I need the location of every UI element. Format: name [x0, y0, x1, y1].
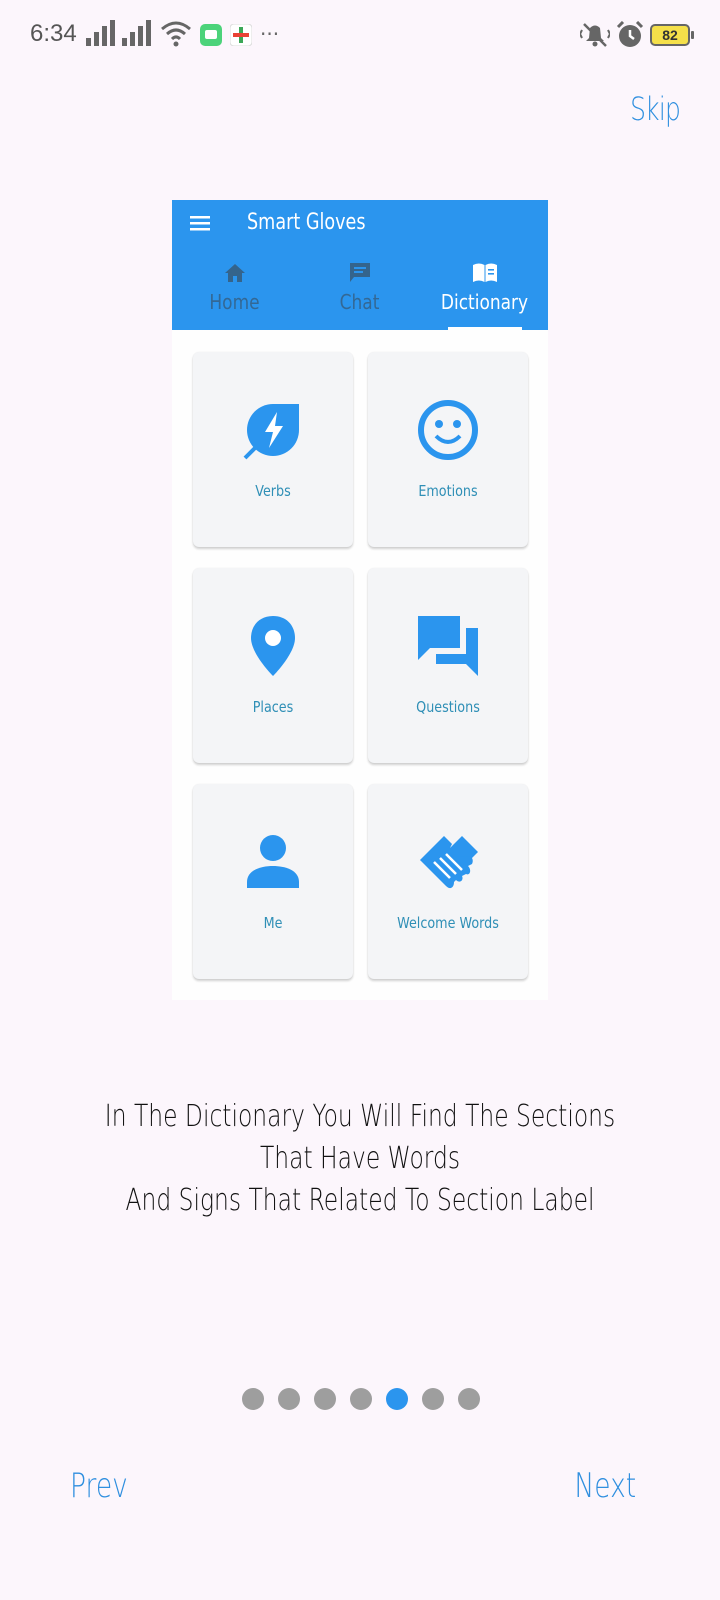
card-label: Me [263, 914, 283, 932]
handshake-icon [420, 836, 478, 889]
battery-indicator: 82 [650, 24, 694, 46]
card-label: Places [252, 698, 294, 716]
card-places: Places [193, 568, 353, 763]
wifi-icon [161, 21, 191, 47]
leaf-bolt-icon [243, 404, 299, 460]
onboarding-description: In The Dictionary You Will Find The Sect… [95, 1096, 625, 1222]
card-label: Questions [416, 698, 480, 716]
page-dot-active[interactable] [386, 1388, 408, 1410]
smiley-icon [418, 400, 478, 460]
preview-app-bar: Smart Gloves Home Chat Dictionary [172, 200, 548, 330]
card-label: Welcome Words [397, 914, 499, 932]
page-dot[interactable] [350, 1388, 372, 1410]
chat-icon [349, 263, 370, 282]
page-dot[interactable] [242, 1388, 264, 1410]
preview-tab-home: Home [172, 260, 297, 330]
home-icon [224, 264, 245, 282]
card-welcome-words: Welcome Words [368, 784, 528, 979]
signal-icon [86, 20, 115, 46]
vibrate-icon [580, 23, 610, 47]
skip-button[interactable]: Skip [630, 90, 681, 128]
dictionary-screen-preview: Smart Gloves Home Chat Dictionary Verbs … [172, 200, 548, 1000]
prev-button[interactable]: Prev [70, 1466, 128, 1506]
forum-icon [418, 616, 478, 676]
description-line: In The Dictionary You Will Find The Sect… [104, 1099, 616, 1176]
message-app-icon [200, 24, 222, 46]
person-icon [247, 835, 299, 888]
description-line: And Signs That Related To Section Label [125, 1183, 595, 1218]
page-dot[interactable] [314, 1388, 336, 1410]
preview-tab-chat: Chat [297, 260, 422, 330]
location-pin-icon [251, 616, 295, 676]
tab-label: Dictionary [440, 290, 529, 314]
more-notifications-icon: ··· [260, 22, 280, 46]
page-dot[interactable] [278, 1388, 300, 1410]
next-button[interactable]: Next [574, 1466, 636, 1506]
app-icon [230, 24, 252, 46]
signal-icon-2 [122, 20, 151, 46]
card-verbs: Verbs [193, 352, 353, 547]
preview-tab-dictionary: Dictionary [422, 260, 547, 330]
status-time: 6:34 [30, 20, 77, 47]
tab-label: Chat [339, 290, 380, 314]
tab-label: Home [209, 290, 260, 314]
active-tab-indicator [448, 327, 522, 330]
alarm-icon [616, 21, 644, 47]
menu-icon [190, 216, 210, 231]
card-label: Emotions [418, 482, 478, 500]
card-questions: Questions [368, 568, 528, 763]
card-emotions: Emotions [368, 352, 528, 547]
card-label: Verbs [255, 482, 291, 500]
status-bar: 6:34 ··· 82 [0, 0, 720, 72]
preview-app-title: Smart Gloves [247, 210, 366, 235]
page-dot[interactable] [422, 1388, 444, 1410]
page-dot[interactable] [458, 1388, 480, 1410]
book-icon [472, 263, 497, 282]
card-me: Me [193, 784, 353, 979]
